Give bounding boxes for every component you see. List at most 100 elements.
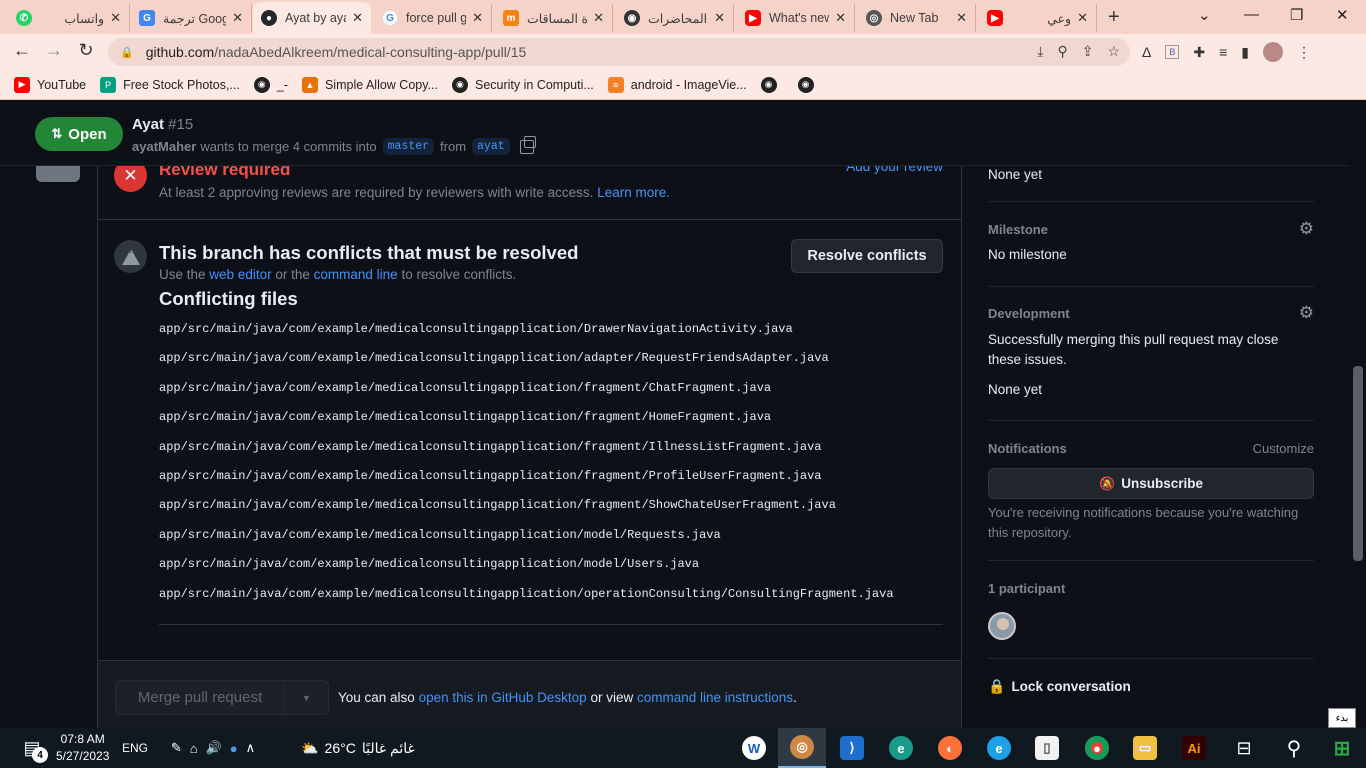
base-branch[interactable]: master xyxy=(382,138,435,155)
tab-whats-new[interactable]: ▶ What's new ✕ xyxy=(737,4,855,32)
lock-icon: 🔒 xyxy=(988,678,1006,694)
bookmark-globe-2[interactable]: ◉ xyxy=(797,76,821,93)
clock[interactable]: 07:8 AM 5/27/2023 xyxy=(56,731,109,765)
pr-author[interactable]: ayatMaher xyxy=(132,139,196,154)
taskbar-vscode[interactable]: ⟩ xyxy=(828,728,876,768)
search-button[interactable]: ⚲ xyxy=(1270,728,1318,768)
defender-icon[interactable]: ● xyxy=(230,741,238,756)
language-indicator[interactable]: ENG xyxy=(120,728,150,768)
task-view-button[interactable]: ⊟ xyxy=(1220,728,1268,768)
lock-icon[interactable]: 🔒 xyxy=(120,46,134,59)
close-icon[interactable]: ✕ xyxy=(110,10,121,26)
caret-down-icon[interactable]: ▼ xyxy=(285,681,328,714)
close-icon[interactable]: ✕ xyxy=(232,10,243,26)
taskbar-ie[interactable]: e xyxy=(975,728,1023,768)
clock-date: 5/27/2023 xyxy=(56,749,110,763)
web-editor-link[interactable]: web editor xyxy=(209,267,271,282)
command-line-link[interactable]: command line xyxy=(314,267,398,282)
close-icon[interactable]: ✕ xyxy=(472,10,483,26)
side-panel-icon[interactable]: ▮ xyxy=(1241,44,1249,61)
close-icon[interactable]: ✕ xyxy=(593,10,604,26)
chevron-up-icon[interactable]: ∧ xyxy=(246,740,256,756)
tab-new-tab[interactable]: ◎ New Tab ✕ xyxy=(858,4,976,32)
url-path: /nadaAbedAlkreem/medical-consulting-app/… xyxy=(214,44,527,60)
github-desktop-link[interactable]: open this in GitHub Desktop xyxy=(419,690,587,705)
install-app-icon[interactable]: ⤓ xyxy=(1037,43,1043,60)
milestone-heading[interactable]: Milestone xyxy=(988,222,1314,237)
notification-center-button[interactable]: ▤ 4 xyxy=(14,728,50,768)
taskbar-edge[interactable]: e xyxy=(877,728,925,768)
tab-search-chevron-icon[interactable]: ⌄ xyxy=(1198,6,1211,24)
zoom-icon[interactable]: ⚲ xyxy=(1057,43,1067,60)
scrollbar[interactable] xyxy=(1350,102,1366,728)
extension-a-icon[interactable]: Δ xyxy=(1142,44,1151,60)
taskbar-chrome-profile[interactable]: ◎ xyxy=(778,728,826,768)
address-bar[interactable]: 🔒 github.com/nadaAbedAlkreem/medical-con… xyxy=(108,38,1130,66)
conflicts-desc-suffix: to resolve conflicts. xyxy=(401,267,517,282)
learn-more-link[interactable]: Learn more. xyxy=(597,185,670,200)
taskbar-file[interactable]: ▯ xyxy=(1023,728,1071,768)
network-icon[interactable]: ⌂ xyxy=(190,741,198,756)
participant-avatar[interactable] xyxy=(988,612,1016,640)
pen-icon[interactable]: ✎ xyxy=(171,740,182,756)
minimize-icon[interactable]: — xyxy=(1244,6,1259,23)
extension-icon: ▲ xyxy=(301,76,318,93)
back-arrow-icon[interactable]: ← xyxy=(10,40,34,61)
close-icon[interactable]: ✕ xyxy=(835,10,846,26)
merge-button-label[interactable]: Merge pull request xyxy=(116,681,285,714)
close-icon[interactable]: ✕ xyxy=(1077,10,1088,26)
media-control-icon[interactable]: ≡ xyxy=(1219,44,1227,60)
copy-icon[interactable] xyxy=(519,135,536,154)
profile-avatar[interactable] xyxy=(1263,42,1283,62)
bookmark-stackoverflow[interactable]: ≡ android - ImageVie... xyxy=(607,76,747,93)
close-window-icon[interactable]: ✕ xyxy=(1336,6,1349,24)
extensions-puzzle-icon[interactable]: ✚ xyxy=(1193,44,1205,61)
taskbar-firefox[interactable]: ◐ xyxy=(926,728,974,768)
tab-youtube-audio[interactable]: ▶ وعي ✕ xyxy=(979,4,1097,32)
unsubscribe-button[interactable]: 🔕 Unsubscribe xyxy=(988,468,1314,499)
lock-conversation-button[interactable]: 🔒 Lock conversation xyxy=(988,678,1131,695)
reload-icon[interactable]: ↻ xyxy=(74,40,98,61)
command-line-instructions-link[interactable]: command line instructions xyxy=(637,690,793,705)
weather-widget[interactable]: ⛅ 26°C غائم غالبًا xyxy=(288,728,428,768)
bookmark-youtube[interactable]: ▶ YouTube xyxy=(14,76,86,93)
tab-translate[interactable]: G ترجمة Google ✕ xyxy=(131,4,252,32)
share-icon[interactable]: ⇪ xyxy=(1082,43,1094,60)
resolve-conflicts-button[interactable]: Resolve conflicts xyxy=(791,239,943,273)
taskbar-chrome[interactable]: ● xyxy=(1073,728,1121,768)
taskbar-illustrator[interactable]: Ai xyxy=(1170,728,1218,768)
tab-moodle[interactable]: m إدارة المساقات ✕ xyxy=(495,4,613,32)
illustrator-icon: Ai xyxy=(1182,736,1206,760)
bookmark-globe-1[interactable]: ◉ xyxy=(760,76,784,93)
tab-whatsapp[interactable]: ✆ واتساب ✕ xyxy=(8,4,130,32)
close-icon[interactable]: ✕ xyxy=(352,10,363,26)
pr-title[interactable]: Ayat #15 xyxy=(132,116,193,133)
bookmark-allow-copy[interactable]: ▲ Simple Allow Copy... xyxy=(301,76,438,93)
merge-pull-request-button[interactable]: Merge pull request ▼ xyxy=(115,680,329,715)
forward-arrow-icon[interactable]: → xyxy=(42,40,66,61)
close-icon[interactable]: ✕ xyxy=(956,10,967,26)
volume-icon[interactable]: 🔊 xyxy=(206,740,222,756)
gear-icon[interactable]: ⚙ xyxy=(1299,219,1314,239)
close-icon[interactable]: ✕ xyxy=(714,10,725,26)
new-tab-plus-icon[interactable]: + xyxy=(1108,6,1120,29)
start-button[interactable]: ⊞ xyxy=(1318,728,1366,768)
head-branch[interactable]: ayat xyxy=(472,138,510,155)
menu-kebab-icon[interactable]: ⋮ xyxy=(1297,44,1311,61)
bookmark-security[interactable]: ◉ Security in Computi... xyxy=(451,76,594,93)
tab-force-pull[interactable]: G force pull git ✕ xyxy=(374,4,492,32)
tab-github-pr[interactable]: ● Ayat by ayatMaher ✕ xyxy=(253,2,371,34)
development-heading[interactable]: Development xyxy=(988,306,1314,321)
scrollbar-thumb[interactable] xyxy=(1353,366,1363,561)
bookmark-star-icon[interactable]: ☆ xyxy=(1107,43,1120,60)
bookmark-dash[interactable]: ◉ _- xyxy=(253,76,288,93)
restore-icon[interactable]: ❐ xyxy=(1290,6,1303,24)
taskbar-file-explorer[interactable]: ▭ xyxy=(1121,728,1169,768)
customize-link[interactable]: Customize xyxy=(1253,441,1314,456)
gear-icon[interactable]: ⚙ xyxy=(1299,303,1314,323)
divider xyxy=(159,624,943,625)
tab-schedule[interactable]: ◉ مواعيد المحاضرات ✕ xyxy=(616,4,734,32)
bookmark-pexels[interactable]: P Free Stock Photos,... xyxy=(100,76,240,93)
taskbar-word[interactable]: W xyxy=(730,728,778,768)
extension-b-icon[interactable]: B xyxy=(1165,45,1180,59)
